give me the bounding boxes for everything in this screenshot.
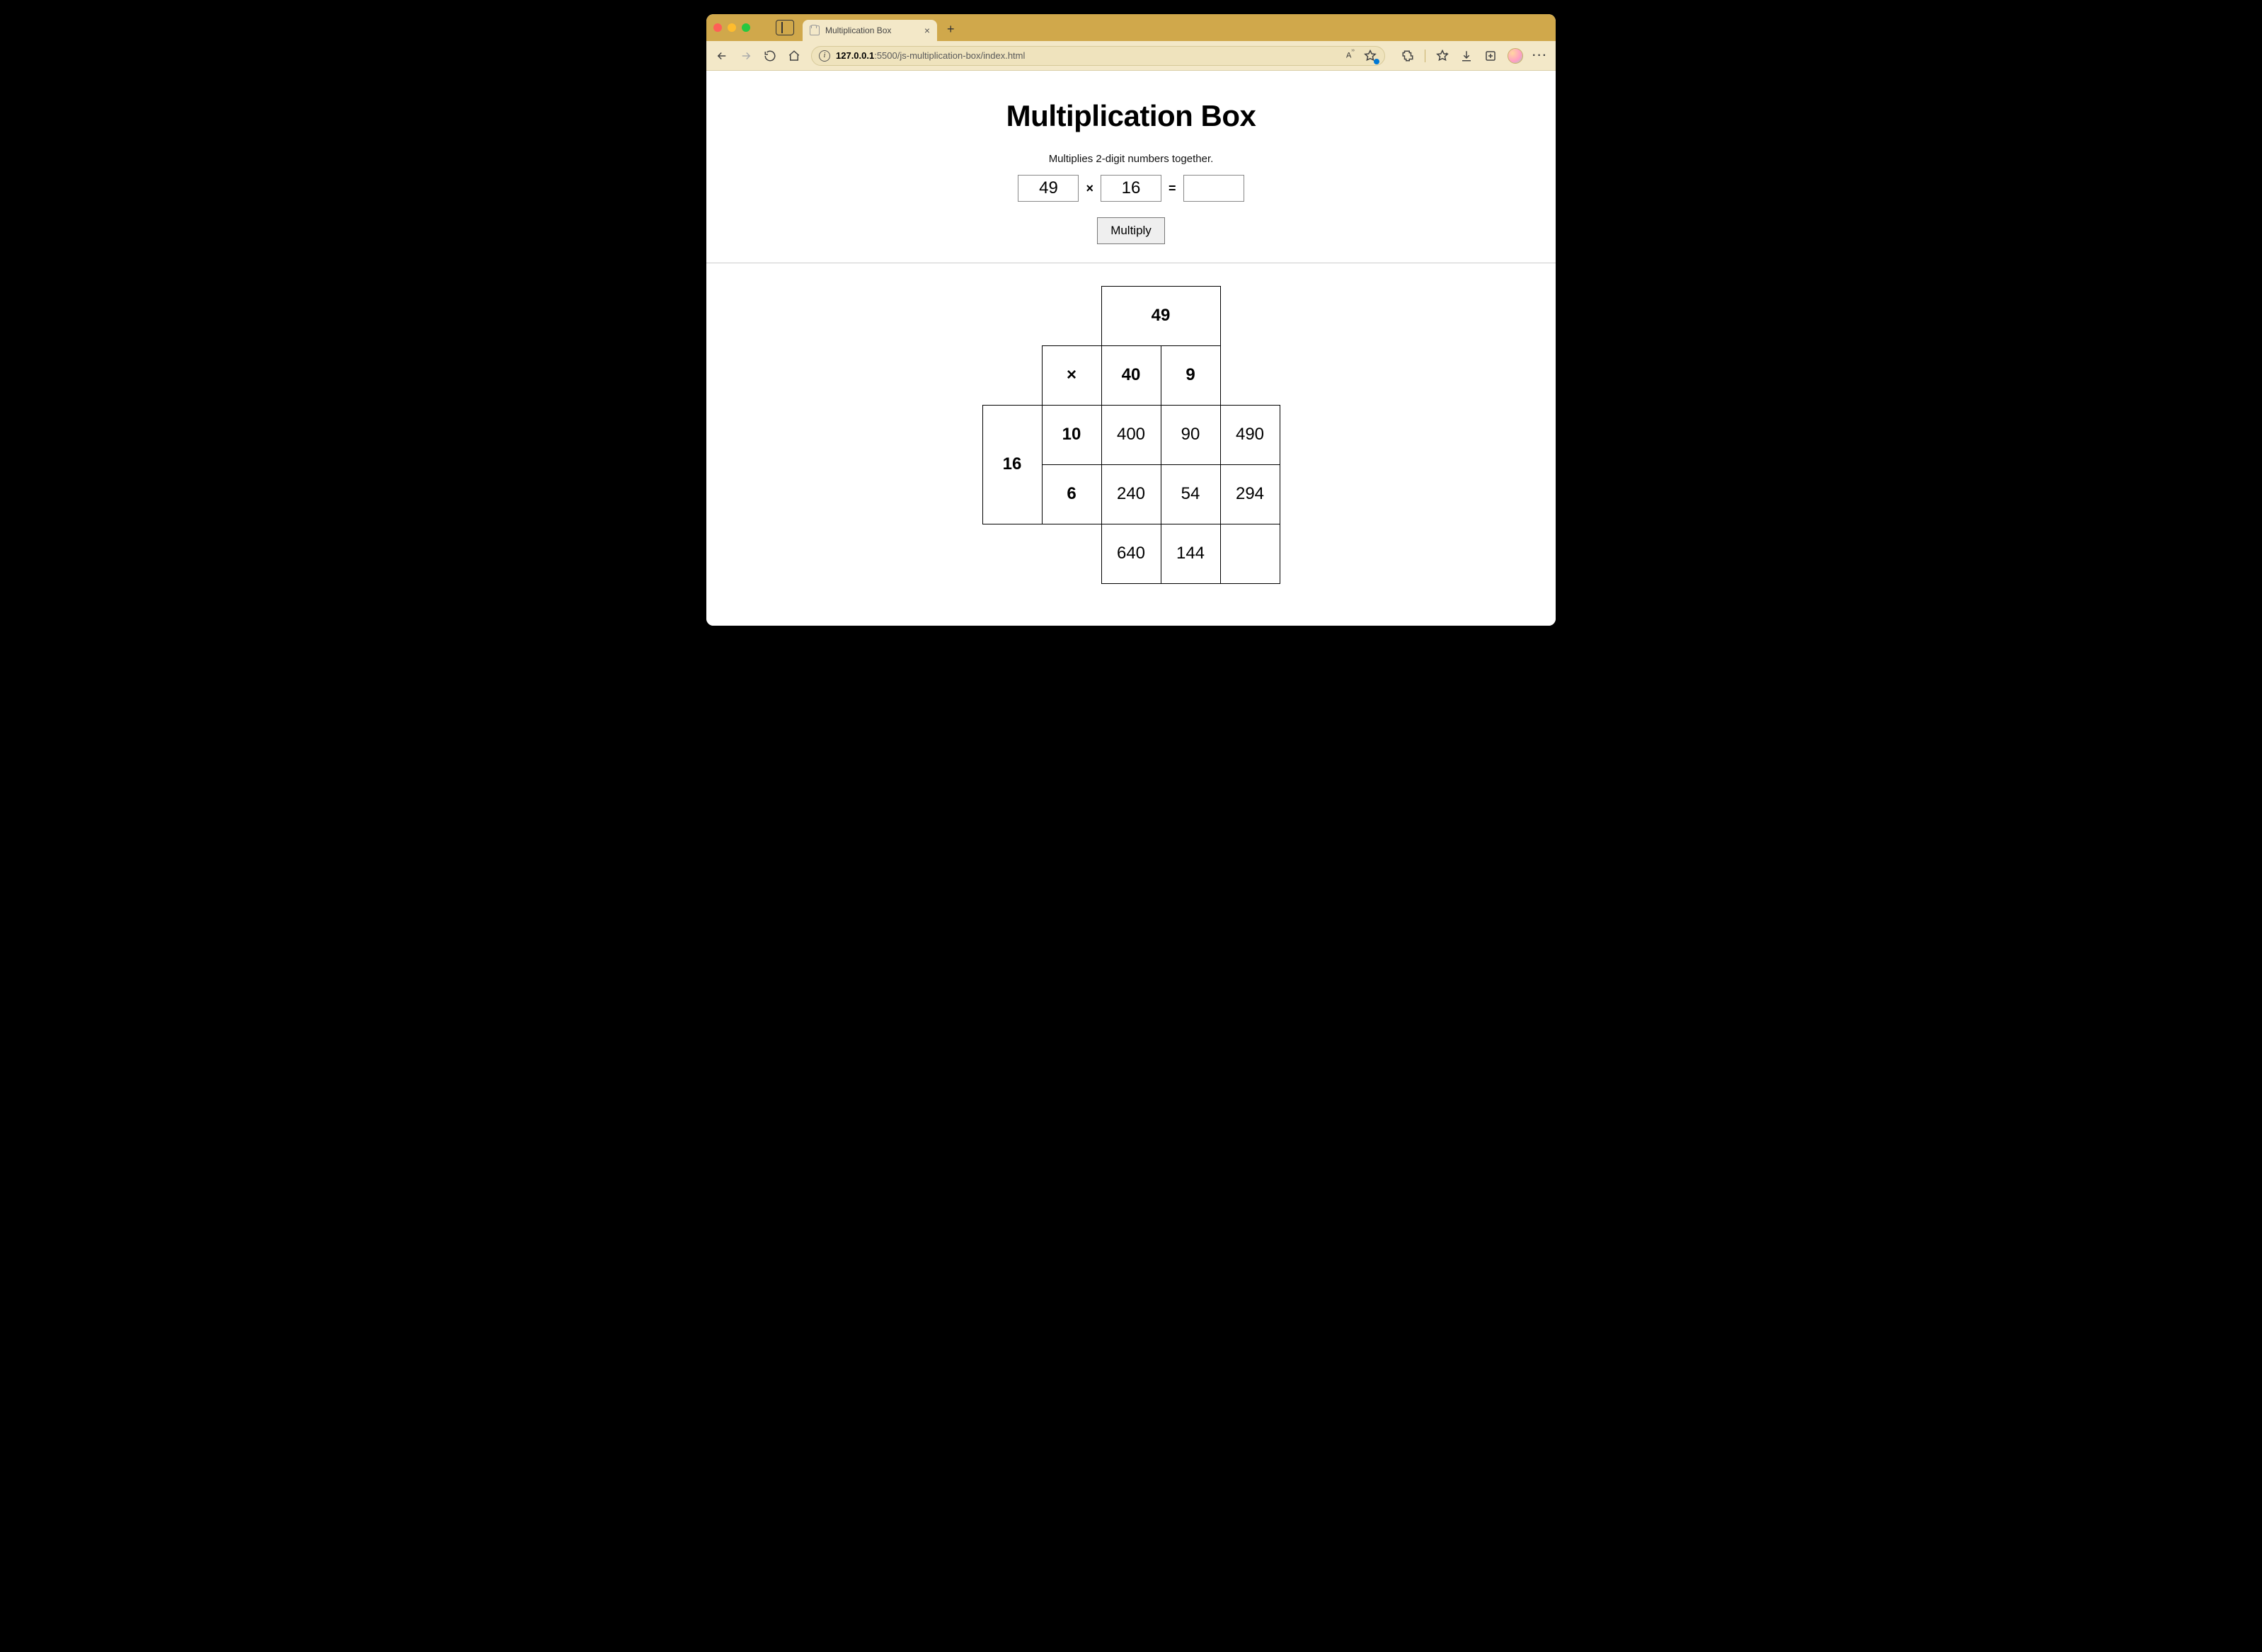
- collections-icon[interactable]: [1483, 49, 1498, 63]
- tab-overview-icon[interactable]: [776, 20, 794, 35]
- extensions-icon[interactable]: [1401, 49, 1415, 63]
- grid-row-ones-sum: 294: [1220, 464, 1280, 524]
- url-path: /js-multiplication-box/index.html: [897, 50, 1026, 61]
- address-bar[interactable]: i 127.0.0.1:5500/js-multiplication-box/i…: [811, 46, 1385, 66]
- window-close-button[interactable]: [713, 23, 722, 32]
- grid-row-tens-sum: 490: [1220, 405, 1280, 465]
- times-symbol: ×: [1086, 181, 1093, 196]
- grid-product-tens-tens: 400: [1101, 405, 1161, 465]
- file-icon: [810, 25, 820, 35]
- url-host: 127.0.0.1: [836, 50, 874, 61]
- more-menu-button[interactable]: ···: [1533, 49, 1547, 63]
- profile-avatar[interactable]: [1508, 48, 1523, 64]
- close-tab-button[interactable]: ×: [924, 25, 930, 35]
- url-text: 127.0.0.1:5500/js-multiplication-box/ind…: [836, 50, 1025, 61]
- forward-button[interactable]: [739, 49, 753, 63]
- grid-row-tens: 10: [1042, 405, 1102, 465]
- equals-symbol: =: [1169, 181, 1176, 196]
- input-row: × =: [1018, 175, 1244, 202]
- grid-product-ones-tens: 240: [1101, 464, 1161, 524]
- toolbar-right: ···: [1401, 48, 1547, 64]
- browser-tab[interactable]: Multiplication Box ×: [803, 20, 937, 41]
- grid-left-number: 16: [982, 405, 1043, 524]
- browser-toolbar: i 127.0.0.1:5500/js-multiplication-box/i…: [706, 41, 1556, 71]
- grid-product-tens-ones: 90: [1161, 405, 1221, 465]
- url-port: :5500: [874, 50, 897, 61]
- site-info-icon[interactable]: i: [819, 50, 830, 62]
- titlebar: Multiplication Box × +: [706, 14, 1556, 41]
- multiply-button[interactable]: Multiply: [1097, 217, 1165, 244]
- home-button[interactable]: [787, 49, 801, 63]
- page-title: Multiplication Box: [706, 99, 1556, 133]
- downloads-icon[interactable]: [1459, 49, 1474, 63]
- grid-col-tens-sum: 640: [1101, 524, 1161, 584]
- page-subtitle: Multiplies 2-digit numbers together.: [706, 153, 1556, 165]
- multiplication-grid: 49 × 40 9 16 10 400 90 490 6 240 54 294 …: [706, 286, 1556, 583]
- grid-row-ones: 6: [1042, 464, 1102, 524]
- grid-mult-symbol: ×: [1042, 345, 1102, 406]
- browser-window: Multiplication Box × + i 127.0.0.1:5500/…: [706, 14, 1556, 626]
- refresh-button[interactable]: [763, 49, 777, 63]
- favorites-icon[interactable]: [1435, 49, 1449, 63]
- tab-title: Multiplication Box: [825, 25, 891, 35]
- grid-grand-total: [1220, 524, 1280, 584]
- page-content: Multiplication Box Multiplies 2-digit nu…: [706, 71, 1556, 626]
- grid-top-number: 49: [1101, 286, 1221, 346]
- read-aloud-icon[interactable]: A››: [1346, 51, 1355, 60]
- grid-product-ones-ones: 54: [1161, 464, 1221, 524]
- multiplicand-input[interactable]: [1018, 175, 1079, 202]
- favorite-star-icon[interactable]: [1363, 49, 1377, 63]
- window-zoom-button[interactable]: [742, 23, 750, 32]
- grid-col-tens: 40: [1101, 345, 1161, 406]
- result-input[interactable]: [1183, 175, 1244, 202]
- grid-col-ones-sum: 144: [1161, 524, 1221, 584]
- grid-col-ones: 9: [1161, 345, 1221, 406]
- new-tab-button[interactable]: +: [947, 22, 955, 37]
- multiplier-input[interactable]: [1101, 175, 1161, 202]
- window-controls: [713, 23, 750, 32]
- window-minimize-button[interactable]: [728, 23, 736, 32]
- back-button[interactable]: [715, 49, 729, 63]
